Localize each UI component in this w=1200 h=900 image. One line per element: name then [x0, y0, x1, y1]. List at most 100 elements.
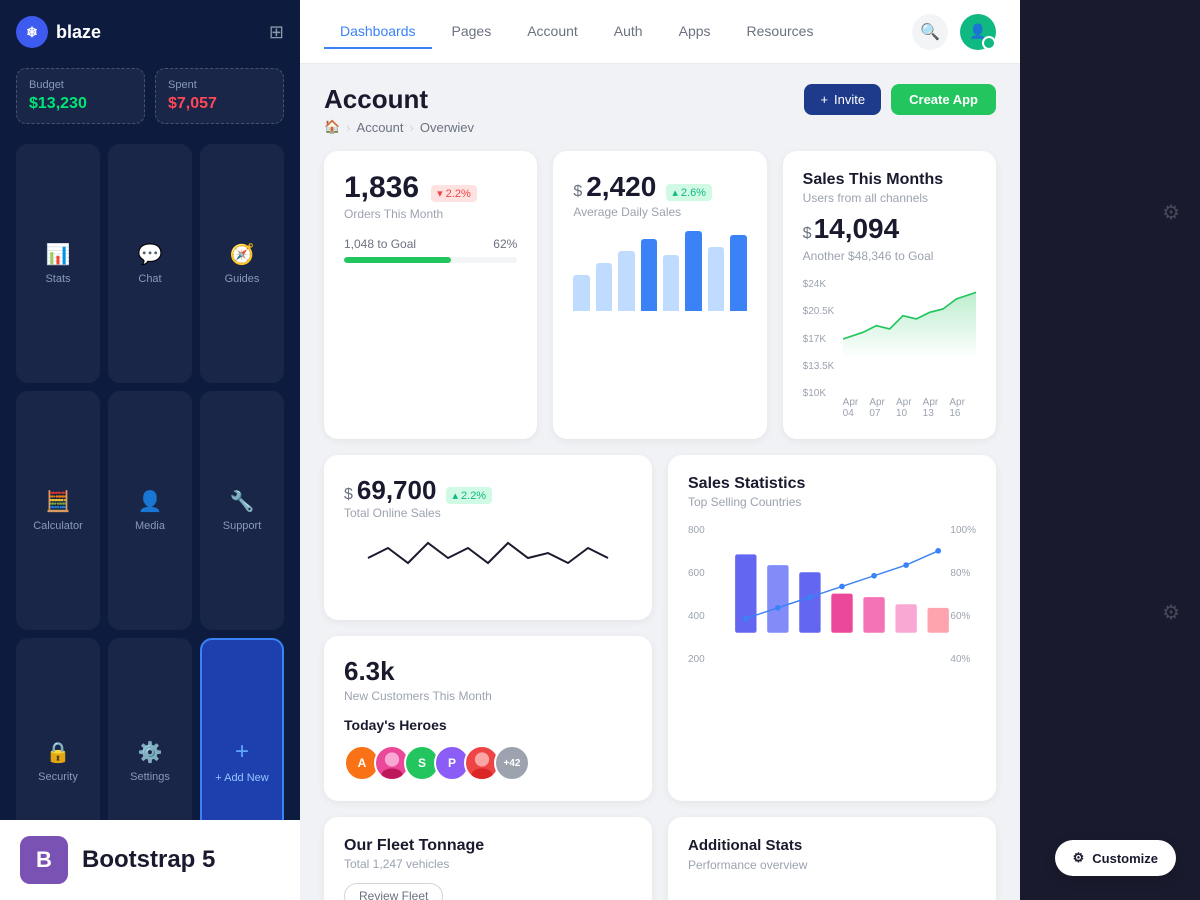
- breadcrumb-overwiev: Overwiev: [420, 120, 474, 135]
- extra-subtitle: Performance overview: [688, 858, 976, 872]
- topnav-auth[interactable]: Auth: [598, 15, 659, 49]
- topnav-resources[interactable]: Resources: [731, 15, 830, 49]
- online-sales-label: Total Online Sales: [344, 506, 632, 520]
- sidebar-item-calculator[interactable]: 🧮 Calculator: [16, 391, 100, 630]
- page-title-section: Account 🏠 › Account › Overwiev: [324, 84, 474, 135]
- combo-svg: [728, 525, 956, 655]
- support-label: Support: [223, 520, 262, 532]
- bar-7: [708, 247, 724, 311]
- topnav-right: 🔍 👤: [912, 14, 996, 50]
- security-label: Security: [38, 771, 78, 783]
- sidebar-item-chat[interactable]: 💬 Chat: [108, 144, 192, 383]
- daily-sales-card: $ 2,420 ▴ 2.6% Average Daily Sales: [553, 151, 766, 439]
- breadcrumb-sep1: ›: [346, 120, 350, 135]
- page-title: Account: [324, 84, 474, 115]
- second-row: $ 69,700 ▴ 2.2% Total Online Sales 6.3k …: [324, 455, 996, 801]
- media-label: Media: [135, 520, 165, 532]
- orders-change: ▾ 2.2%: [431, 185, 477, 202]
- stats-icon: 📊: [46, 242, 71, 267]
- settings-icon: ⚙️: [138, 740, 163, 765]
- daily-sales-change: ▴ 2.6%: [666, 184, 712, 201]
- sales-stats-card: Sales Statistics Top Selling Countries 8…: [668, 455, 996, 801]
- review-fleet-button[interactable]: Review Fleet: [344, 883, 443, 900]
- sidebar-item-media[interactable]: 👤 Media: [108, 391, 192, 630]
- left-second: $ 69,700 ▴ 2.2% Total Online Sales 6.3k …: [324, 455, 652, 801]
- hero-count: +42: [494, 745, 530, 781]
- topnav-apps[interactable]: Apps: [663, 15, 727, 49]
- third-row: Our Fleet Tonnage Total 1,247 vehicles R…: [324, 817, 996, 900]
- combo-chart-container: 800 600 400 200 100% 80% 60% 40%: [688, 525, 976, 685]
- progress-bar: [344, 257, 517, 263]
- budget-value: $13,230: [29, 95, 132, 113]
- chat-icon: 💬: [138, 242, 163, 267]
- combo-y-labels: 800 600 400 200: [688, 525, 705, 665]
- main: Dashboards Pages Account Auth Apps Resou…: [300, 0, 1020, 900]
- sales-stats-subtitle: Top Selling Countries: [688, 495, 976, 509]
- progress-section: 1,048 to Goal 62%: [344, 237, 517, 263]
- bar-1: [573, 275, 589, 311]
- online-currency: $: [344, 486, 353, 504]
- sidebar: ❄ blaze ⊞ Budget $13,230 Spent $7,057 📊 …: [0, 0, 300, 900]
- security-icon: 🔒: [46, 740, 71, 765]
- customers-label: New Customers This Month: [344, 689, 632, 703]
- orders-value: 1,836: [344, 171, 419, 205]
- search-button[interactable]: 🔍: [912, 14, 948, 50]
- page-header: Account 🏠 › Account › Overwiev + Invite …: [324, 84, 996, 135]
- stats-label: Stats: [45, 273, 70, 285]
- extra-card: Additional Stats Performance overview: [668, 817, 996, 900]
- topnav-dashboards[interactable]: Dashboards: [324, 15, 432, 49]
- bar-5: [663, 255, 679, 311]
- chat-label: Chat: [138, 273, 161, 285]
- customers-value: 6.3k: [344, 656, 395, 687]
- daily-sales-label: Average Daily Sales: [573, 205, 746, 219]
- customize-icon: ⚙: [1073, 850, 1085, 866]
- calculator-icon: 🧮: [46, 489, 71, 514]
- customize-button[interactable]: ⚙ Customize: [1055, 840, 1176, 876]
- heroes-card: 6.3k New Customers This Month Today's He…: [324, 636, 652, 801]
- goal-pct: 62%: [493, 237, 517, 251]
- online-change: ▴ 2.2%: [446, 487, 492, 504]
- spent-label: Spent: [168, 79, 271, 91]
- right-gear-icon: ⚙: [1162, 200, 1180, 225]
- topnav-account[interactable]: Account: [511, 15, 594, 49]
- bar-6: [685, 231, 701, 311]
- user-avatar[interactable]: 👤: [960, 14, 996, 50]
- currency-symbol: $: [573, 183, 582, 201]
- stats-grid: 1,836 ▾ 2.2% Orders This Month 1,048 to …: [324, 151, 996, 439]
- online-sales-value: 69,700: [357, 475, 437, 506]
- progress-meta: 1,048 to Goal 62%: [344, 237, 517, 251]
- settings-label: Settings: [130, 771, 170, 783]
- right-gear-icon-2: ⚙: [1162, 600, 1180, 625]
- sales-month-title: Sales This Months: [803, 171, 976, 189]
- budget-label: Budget: [29, 79, 132, 91]
- fleet-subtitle: Total 1,247 vehicles: [344, 857, 632, 871]
- bootstrap-label: Bootstrap 5: [82, 846, 215, 874]
- wavy-chart: [344, 528, 632, 588]
- support-icon: 🔧: [230, 489, 255, 514]
- invite-button[interactable]: + Invite: [804, 84, 881, 115]
- sales-month-subtitle: Users from all channels: [803, 191, 976, 205]
- sales-goal: Another $48,346 to Goal: [803, 249, 976, 263]
- guides-label: Guides: [225, 273, 260, 285]
- orders-card: 1,836 ▾ 2.2% Orders This Month 1,048 to …: [324, 151, 537, 439]
- heroes-avatars: A S P +42: [344, 745, 632, 781]
- menu-icon[interactable]: ⊞: [269, 22, 284, 43]
- right-panel: ⚙ ⚙: [1020, 0, 1200, 900]
- sidebar-item-guides[interactable]: 🧭 Guides: [200, 144, 284, 383]
- sidebar-item-stats[interactable]: 📊 Stats: [16, 144, 100, 383]
- right-panel-shape: [1020, 0, 1200, 900]
- sidebar-item-support[interactable]: 🔧 Support: [200, 391, 284, 630]
- bar-8: [730, 235, 746, 311]
- add-new-label: + Add New: [215, 772, 269, 784]
- invite-icon: +: [820, 92, 828, 107]
- add-new-icon: +: [235, 738, 249, 766]
- page-actions: + Invite Create App: [804, 84, 996, 115]
- online-sales-card: $ 69,700 ▴ 2.2% Total Online Sales: [324, 455, 652, 620]
- budget-card: Budget $13,230: [16, 68, 145, 124]
- create-app-button[interactable]: Create App: [891, 84, 996, 115]
- breadcrumb-home: 🏠: [324, 119, 340, 135]
- daily-sales-value: 2,420: [586, 171, 656, 203]
- topnav: Dashboards Pages Account Auth Apps Resou…: [300, 0, 1020, 64]
- bar-chart: [573, 231, 746, 311]
- topnav-pages[interactable]: Pages: [436, 15, 508, 49]
